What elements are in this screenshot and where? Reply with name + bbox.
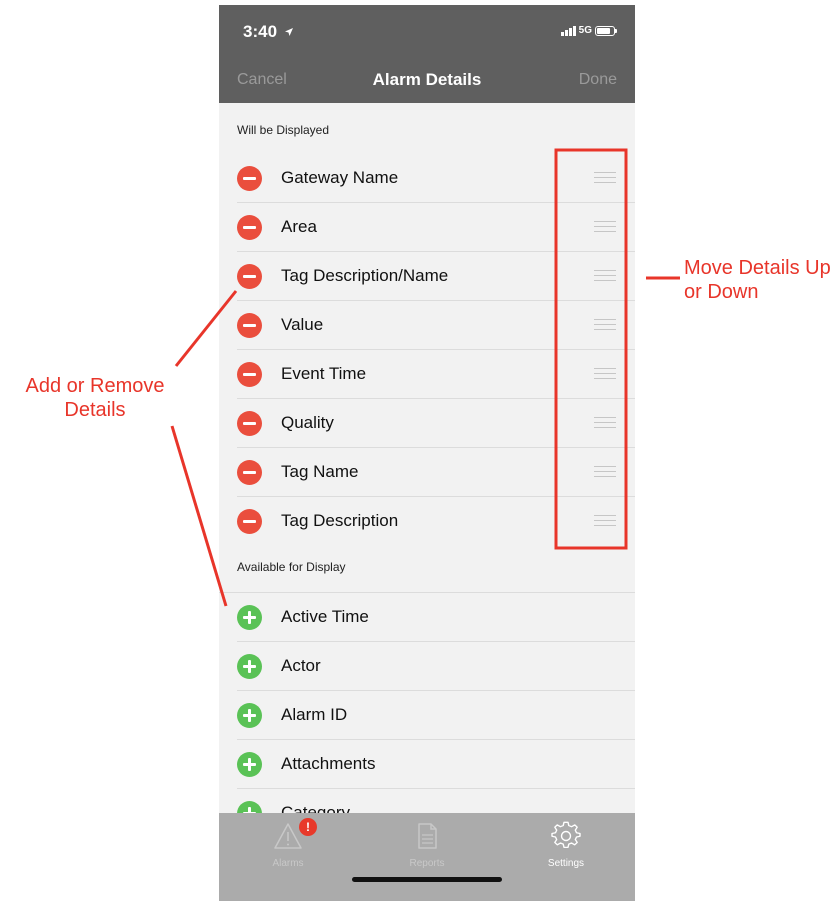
add-remove-annotation-line-upper bbox=[174, 290, 238, 367]
annotation-overlay bbox=[170, 148, 680, 607]
reorder-highlight-box bbox=[554, 148, 628, 550]
add-remove-annotation-line-lower bbox=[170, 425, 228, 607]
add-remove-annotation: Add or Remove Details bbox=[25, 375, 165, 421]
move-annotation: Move Details Up or Down bbox=[684, 257, 831, 303]
